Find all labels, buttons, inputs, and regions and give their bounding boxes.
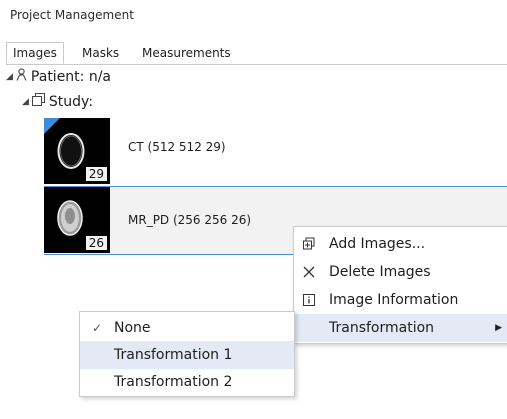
menu-item-transformation-1[interactable]: Transformation 1 xyxy=(80,341,294,369)
menu-item-transformation[interactable]: Transformation ▶ xyxy=(294,314,507,342)
menu-item-label: Transformation xyxy=(329,320,435,336)
ct-thumbnail: 29 xyxy=(44,118,110,184)
menu-item-image-information[interactable]: Image Information xyxy=(294,286,507,314)
image-row-ct[interactable]: 29 CT (512 512 29) xyxy=(44,118,507,184)
menu-item-add-images[interactable]: Add Images... xyxy=(294,230,507,258)
transformation-submenu: ✓ None Transformation 1 Transformation 2 xyxy=(79,311,295,397)
mr-thumbnail: 26 xyxy=(44,187,110,253)
tree-study-row[interactable]: ◢ Study: xyxy=(22,92,93,112)
patient-label: Patient: n/a xyxy=(30,69,112,85)
submenu-arrow-icon: ▶ xyxy=(495,323,502,333)
menu-item-delete-images[interactable]: Delete Images xyxy=(294,258,507,286)
checkmark-icon: ✓ xyxy=(92,321,103,335)
tree-patient-row[interactable]: ◢ Patient: n/a xyxy=(6,67,111,87)
menu-item-label: Image Information xyxy=(329,292,459,308)
collapse-triangle-icon[interactable]: ◢ xyxy=(22,92,29,112)
slice-count-badge: 29 xyxy=(85,167,107,181)
menu-item-label: Transformation 2 xyxy=(114,374,233,390)
add-images-icon xyxy=(302,237,316,251)
study-stack-icon xyxy=(31,92,45,112)
menu-item-none[interactable]: ✓ None xyxy=(80,314,294,342)
collapse-triangle-icon[interactable]: ◢ xyxy=(6,67,13,87)
close-icon xyxy=(302,265,316,279)
info-icon xyxy=(302,293,316,307)
slice-count-badge: 26 xyxy=(85,236,107,250)
image-context-menu: Add Images... Delete Images Image Inform… xyxy=(293,226,507,344)
corner-flag xyxy=(44,118,60,134)
menu-item-label: Transformation 1 xyxy=(114,347,233,363)
menu-item-label: Delete Images xyxy=(329,264,431,280)
menu-item-label: None xyxy=(114,320,151,336)
study-label: Study: xyxy=(48,94,94,110)
menu-item-label: Add Images... xyxy=(329,236,426,252)
person-icon xyxy=(16,67,27,87)
menu-item-transformation-2[interactable]: Transformation 2 xyxy=(80,368,294,396)
image-label-mr-pd: MR_PD (256 256 26) xyxy=(128,213,252,227)
image-label-ct: CT (512 512 29) xyxy=(128,140,226,154)
